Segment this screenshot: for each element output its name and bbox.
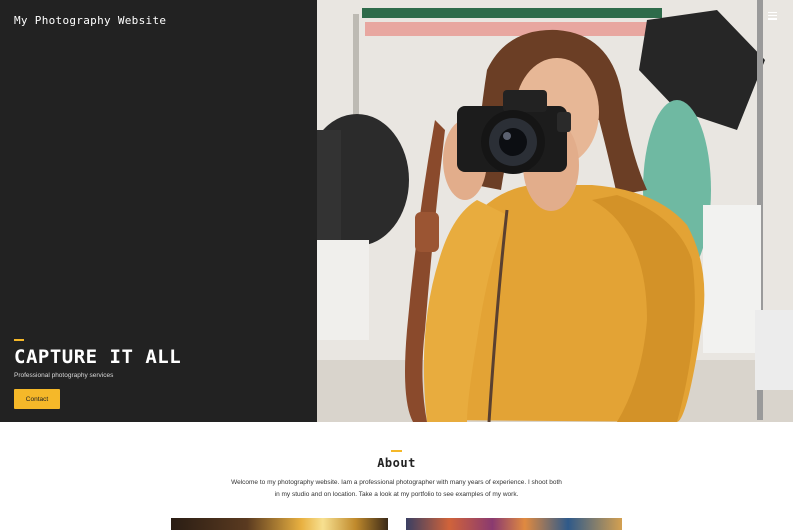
portfolio-thumbnail[interactable] — [171, 518, 388, 530]
contact-button[interactable]: Contact — [14, 389, 60, 409]
hero-section: My Photography Website CAPTURE IT ALL Pr… — [0, 0, 793, 422]
about-heading: About — [377, 456, 416, 470]
about-text: Welcome to my photography website. Iam a… — [231, 479, 562, 498]
hero-subtitle: Professional photography services — [14, 372, 114, 379]
hero-photo-illustration — [317, 0, 793, 422]
site-title[interactable]: My Photography Website — [14, 14, 166, 27]
hamburger-menu-icon[interactable] — [768, 12, 778, 22]
hero-accent-bar — [14, 339, 24, 341]
hero-photo — [317, 0, 793, 422]
hero-text-panel: My Photography Website CAPTURE IT ALL Pr… — [0, 0, 317, 422]
portfolio-thumbnail[interactable] — [406, 518, 622, 530]
about-accent-bar — [391, 450, 402, 452]
hero-heading: CAPTURE IT ALL — [14, 346, 182, 368]
